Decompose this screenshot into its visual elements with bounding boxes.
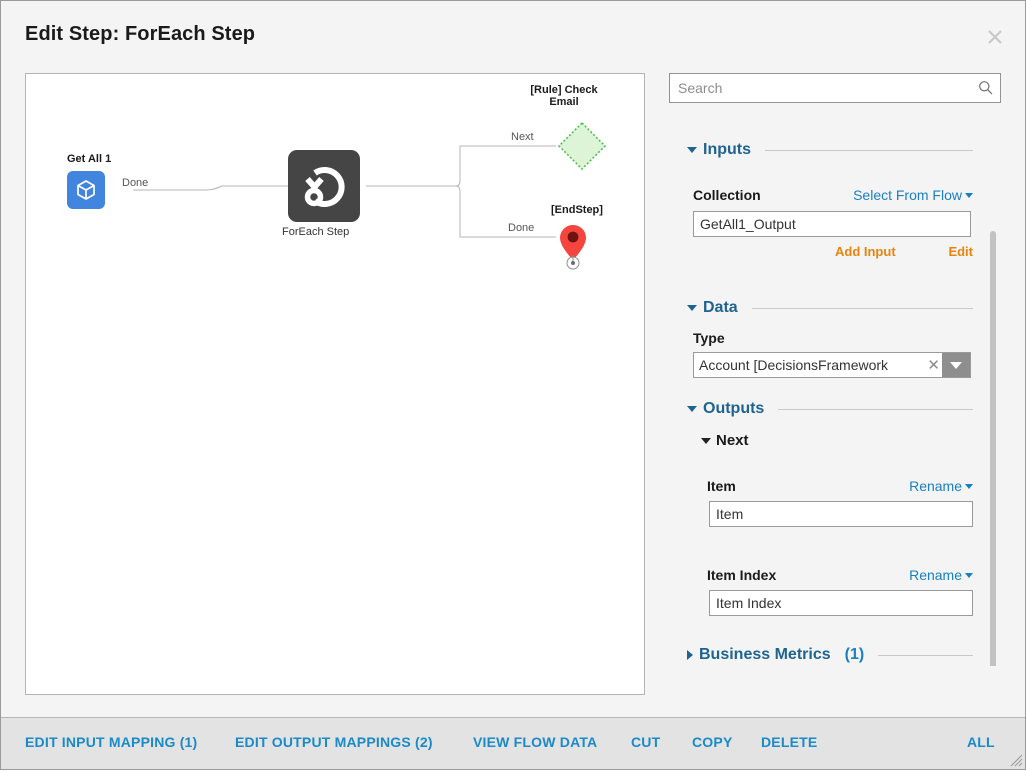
chevron-right-icon	[687, 650, 693, 660]
section-header-outputs[interactable]: Outputs	[687, 400, 983, 418]
rename-button[interactable]: Rename	[909, 567, 973, 583]
flow-edge-label-next: Next	[511, 131, 534, 143]
collection-actions: Add Input Edit	[835, 244, 973, 259]
panel-scrollbar-thumb[interactable]	[990, 231, 996, 666]
flow-node-label: ForEach Step	[282, 226, 350, 238]
rename-label: Rename	[909, 567, 962, 583]
chevron-down-icon	[965, 483, 973, 489]
delete-button[interactable]: DELETE	[761, 734, 817, 750]
section-header-data[interactable]: Data	[687, 299, 983, 317]
chevron-down-icon	[701, 437, 711, 444]
type-value: Account [DecisionsFramework	[699, 357, 889, 373]
section-header-business-metrics[interactable]: Business Metrics (1)	[687, 646, 983, 664]
flow-edge-label-done-2: Done	[508, 222, 535, 234]
edit-output-mappings-button[interactable]: EDIT OUTPUT MAPPINGS (2)	[235, 734, 433, 750]
section-header-inputs[interactable]: Inputs	[687, 141, 983, 159]
flow-node-endstep[interactable]: [EndStep]	[551, 204, 603, 277]
output-field-item-row: Item Rename	[707, 478, 973, 494]
cube-icon	[67, 171, 105, 209]
flow-edge-label-done-1: Done	[122, 177, 149, 189]
dialog-footer: EDIT INPUT MAPPING (1) EDIT OUTPUT MAPPI…	[1, 717, 1025, 769]
rename-label: Rename	[909, 478, 962, 494]
type-select[interactable]: Account [DecisionsFramework ✕	[693, 352, 971, 378]
panel-scrollbar[interactable]	[990, 231, 996, 666]
rename-button[interactable]: Rename	[909, 478, 973, 494]
section-title: Business Metrics	[699, 646, 831, 663]
section-title: Outputs	[703, 400, 765, 417]
collection-input[interactable]	[693, 211, 971, 237]
chevron-down-icon	[687, 147, 697, 153]
loop-icon	[288, 150, 360, 222]
output-field-item-input[interactable]	[709, 501, 973, 527]
properties-panel-body: Inputs Collection Select From Flow Add I…	[669, 121, 1001, 666]
page-title: Edit Step: ForEach Step	[25, 23, 256, 45]
section-divider	[778, 408, 973, 410]
chevron-down-icon	[687, 305, 697, 311]
type-label: Type	[693, 330, 725, 346]
collection-label: Collection	[693, 187, 761, 203]
search-input[interactable]	[670, 74, 970, 102]
flow-node-rule-check-email[interactable]: [Rule] Check Email	[530, 84, 608, 172]
section-divider	[878, 654, 973, 656]
close-icon[interactable]	[981, 23, 1009, 51]
dialog-header: Edit Step: ForEach Step	[1, 1, 1025, 61]
section-divider	[751, 307, 973, 309]
collection-row: Collection Select From Flow	[693, 187, 973, 203]
pin-icon	[556, 222, 590, 277]
chevron-down-icon	[965, 572, 973, 578]
cut-button[interactable]: CUT	[631, 734, 660, 750]
properties-panel: Inputs Collection Select From Flow Add I…	[669, 73, 1003, 673]
business-metrics-count: (1)	[844, 646, 865, 663]
flow-node-label: Get All 1	[67, 153, 112, 165]
all-button[interactable]: ALL	[967, 734, 995, 750]
copy-button[interactable]: COPY	[692, 734, 732, 750]
chevron-down-icon	[687, 406, 697, 412]
diamond-icon	[556, 120, 608, 172]
resize-handle[interactable]	[1007, 751, 1023, 767]
search-box[interactable]	[669, 73, 1001, 103]
section-divider	[765, 149, 973, 151]
edit-step-dialog: Edit Step: ForEach Step Get All 1 Done F…	[0, 0, 1026, 770]
output-field-label: Item	[707, 478, 736, 494]
edit-button[interactable]: Edit	[948, 244, 973, 259]
search-icon[interactable]	[978, 80, 993, 100]
section-title: Data	[703, 299, 738, 316]
close-icon[interactable]: ✕	[927, 356, 942, 374]
view-flow-data-button[interactable]: VIEW FLOW DATA	[473, 734, 597, 750]
flow-node-label-line1: [Rule] Check	[530, 84, 598, 96]
chevron-down-icon	[965, 192, 973, 198]
outputs-next-group[interactable]: Next	[701, 432, 749, 449]
section-title: Inputs	[703, 141, 751, 158]
output-field-item-index-row: Item Index Rename	[707, 567, 973, 583]
flow-canvas[interactable]: Get All 1 Done ForEach Step [Rule] Check…	[25, 73, 645, 695]
edit-input-mapping-button[interactable]: EDIT INPUT MAPPING (1)	[25, 734, 197, 750]
select-from-flow-button[interactable]: Select From Flow	[853, 187, 973, 203]
select-from-flow-label: Select From Flow	[853, 187, 962, 203]
flow-node-get-all-1[interactable]: Get All 1	[67, 153, 111, 209]
chevron-down-icon[interactable]	[942, 353, 970, 377]
outputs-next-label: Next	[716, 432, 749, 449]
flow-node-label: [EndStep]	[551, 204, 603, 216]
output-field-label: Item Index	[707, 567, 777, 583]
add-input-button[interactable]: Add Input	[835, 244, 896, 259]
flow-node-label-line2: Email	[549, 96, 579, 108]
output-field-item-index-input[interactable]	[709, 590, 973, 616]
flow-node-foreach-step[interactable]: ForEach Step	[282, 150, 360, 238]
